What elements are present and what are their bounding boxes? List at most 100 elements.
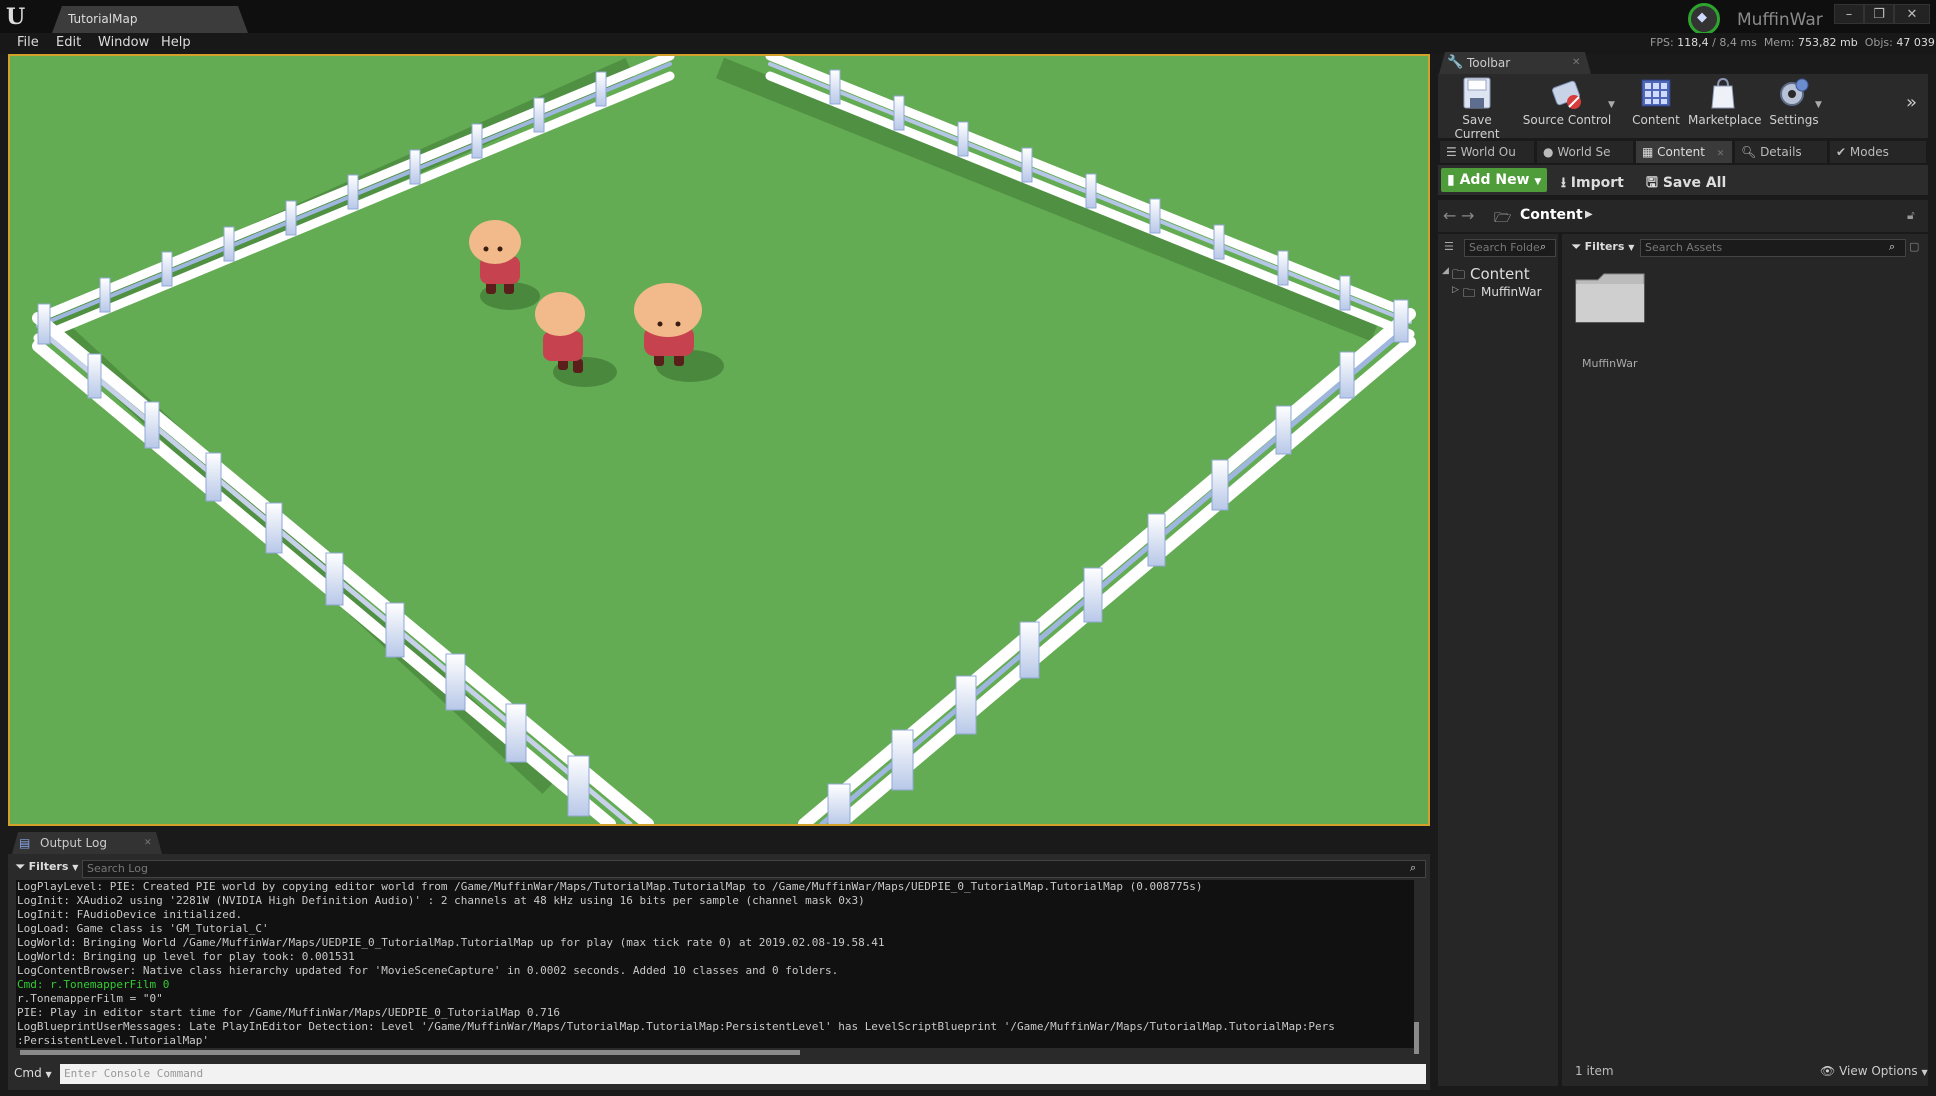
- settings-gears-icon: [1780, 78, 1809, 106]
- save-current-label: Save Current: [1454, 113, 1500, 141]
- path-bar: [1438, 200, 1928, 232]
- tab-modes[interactable]: ✔ Modes: [1830, 141, 1926, 163]
- log-filters-label: Filters: [28, 860, 69, 873]
- add-new-label: Add New: [1459, 172, 1530, 188]
- tree-item-muffinwar[interactable]: MuffinWar: [1481, 285, 1542, 299]
- view-options-button[interactable]: 👁︎ View Options ▼: [1820, 1064, 1928, 1078]
- log-line: LogWorld: Bringing World /Game/MuffinWar…: [17, 936, 885, 949]
- log-line: r.TonemapperFilm = "0": [17, 992, 163, 1005]
- ms-value: 8,4 ms: [1719, 36, 1757, 49]
- folder-thumbnail-icon[interactable]: [1574, 272, 1646, 324]
- save-current-button[interactable]: Save Current: [1441, 76, 1513, 141]
- performance-stats: FPS: 118,4 / 8,4 ms Mem: 753,82 mb Objs:…: [1650, 36, 1935, 49]
- log-horizontal-scrollbar[interactable]: [20, 1050, 800, 1055]
- save-icon: [1463, 77, 1491, 109]
- content-button[interactable]: Content: [1630, 76, 1682, 127]
- close-tab-icon[interactable]: ✕: [1717, 149, 1725, 159]
- chevron-down-icon: ▼: [1628, 243, 1635, 252]
- search-assets-input[interactable]: Search Assets: [1640, 239, 1906, 257]
- tab-content[interactable]: ▦ Content ✕: [1636, 141, 1732, 163]
- log-line: LogInit: FAudioDevice initialized.: [17, 908, 243, 921]
- tree-item-content[interactable]: Content: [1470, 265, 1530, 283]
- log-line: :PersistentLevel.TutorialMap': [17, 1034, 210, 1047]
- asset-label-muffinwar[interactable]: MuffinWar: [1582, 357, 1638, 370]
- marketplace-bag-icon: [1711, 77, 1735, 109]
- source-control-icon: [1551, 80, 1581, 109]
- forward-arrow-icon[interactable]: →: [1461, 206, 1474, 225]
- objs-value: 47 039: [1896, 36, 1935, 49]
- ms-separator: /: [1712, 36, 1716, 49]
- settings-dropdown-icon[interactable]: ▼: [1815, 100, 1822, 110]
- expand-arrow-icon[interactable]: ◢: [1442, 266, 1449, 276]
- save-search-icon[interactable]: ▢: [1909, 240, 1919, 253]
- log-line: LogLoad: Game class is 'GM_Tutorial_C': [17, 922, 269, 935]
- minimize-button[interactable]: –: [1834, 4, 1864, 24]
- level-viewport[interactable]: [8, 54, 1430, 826]
- add-new-icon: ▮: [1447, 172, 1455, 188]
- eye-icon: 👁︎: [1820, 1064, 1836, 1078]
- lock-icon[interactable]: 🔓︎: [1907, 208, 1915, 223]
- tab-world-settings-label: World Se: [1557, 145, 1611, 159]
- console-command-input[interactable]: Enter Console Command: [60, 1064, 1426, 1084]
- toolbar-overflow-icon[interactable]: »: [1906, 92, 1917, 113]
- fence-posts: [37, 69, 1409, 824]
- log-vertical-scrollbar[interactable]: [1414, 1022, 1419, 1054]
- tab-modes-label: Modes: [1849, 145, 1889, 159]
- back-arrow-icon[interactable]: ←: [1443, 206, 1456, 225]
- breadcrumb-chevron-icon[interactable]: ▶: [1585, 209, 1593, 220]
- log-line: PIE: Play in editor start time for /Game…: [17, 1006, 561, 1019]
- output-log-tab-label: Output Log: [40, 836, 107, 850]
- cmd-label: Cmd: [14, 1066, 42, 1080]
- source-control-dropdown-icon[interactable]: ▼: [1608, 100, 1615, 110]
- menu-file[interactable]: File: [17, 35, 39, 50]
- source-control-button[interactable]: Source Control: [1521, 76, 1613, 127]
- log-filters-button[interactable]: ⏷ Filters ▼: [16, 860, 78, 874]
- fence-shadows: [45, 57, 1380, 795]
- chevron-down-icon: ▼: [45, 1070, 52, 1079]
- item-count: 1 item: [1575, 1064, 1614, 1078]
- modes-icon: ✔: [1836, 145, 1847, 159]
- settings-label: Settings: [1769, 113, 1819, 127]
- muffin-character-2: [535, 292, 617, 387]
- folder-icon: 🗀: [1463, 286, 1476, 300]
- list-icon: ☰: [1446, 145, 1457, 159]
- cmd-selector[interactable]: Cmd ▼: [14, 1066, 52, 1080]
- search-icon: ⌕: [1410, 861, 1417, 874]
- log-line: LogInit: XAudio2 using '2281W (NVIDIA Hi…: [17, 894, 865, 907]
- unreal-logo-icon[interactable]: U: [6, 6, 32, 28]
- mem-label: Mem:: [1763, 36, 1795, 49]
- add-new-button[interactable]: ▮ Add New ▼: [1441, 168, 1547, 192]
- asset-filters-button[interactable]: ⏷ Filters ▼: [1572, 240, 1634, 254]
- tab-details[interactable]: 🔍︎ Details: [1735, 141, 1827, 163]
- close-tab-icon[interactable]: ✕: [1572, 57, 1580, 68]
- search-log-input[interactable]: Search Log: [82, 860, 1426, 878]
- source-control-label: Source Control: [1522, 113, 1612, 127]
- save-all-button[interactable]: 🖫 Save All: [1646, 172, 1726, 196]
- menu-edit[interactable]: Edit: [56, 35, 81, 50]
- tab-world-settings[interactable]: ● World Se: [1537, 141, 1633, 163]
- save-all-label: Save All: [1662, 175, 1727, 191]
- maximize-button[interactable]: ❐: [1864, 4, 1894, 24]
- close-button[interactable]: ✕: [1894, 4, 1930, 24]
- asset-filters-label: Filters: [1584, 240, 1625, 253]
- sources-toggle-icon[interactable]: ☰: [1444, 240, 1454, 253]
- tab-content-label: Content: [1657, 145, 1705, 159]
- menu-window[interactable]: Window: [98, 35, 149, 50]
- import-button[interactable]: ⭳ Import: [1561, 172, 1624, 196]
- chevron-down-icon: ▼: [1534, 177, 1542, 187]
- search-icon: ⌕: [1889, 240, 1896, 253]
- menu-help[interactable]: Help: [161, 35, 191, 50]
- close-tab-icon[interactable]: ✕: [144, 838, 152, 848]
- collapsed-arrow-icon[interactable]: ▷: [1452, 285, 1459, 295]
- search-icon: 🔍︎: [1741, 145, 1757, 159]
- breadcrumb-content[interactable]: Content: [1520, 207, 1583, 223]
- tab-details-label: Details: [1760, 145, 1802, 159]
- marketplace-label: Marketplace: [1688, 113, 1762, 127]
- content-tab-icon: ▦: [1642, 145, 1654, 159]
- log-line: LogWorld: Bringing up level for play too…: [17, 950, 355, 963]
- log-output[interactable]: LogPlayLevel: PIE: Created PIE world by …: [16, 880, 1414, 1048]
- tab-world-outliner[interactable]: ☰ World Ou: [1440, 141, 1534, 163]
- marketplace-button[interactable]: Marketplace: [1688, 76, 1762, 127]
- save-all-icon: 🖫: [1646, 175, 1658, 191]
- toolbar-tab-label: Toolbar: [1467, 56, 1511, 70]
